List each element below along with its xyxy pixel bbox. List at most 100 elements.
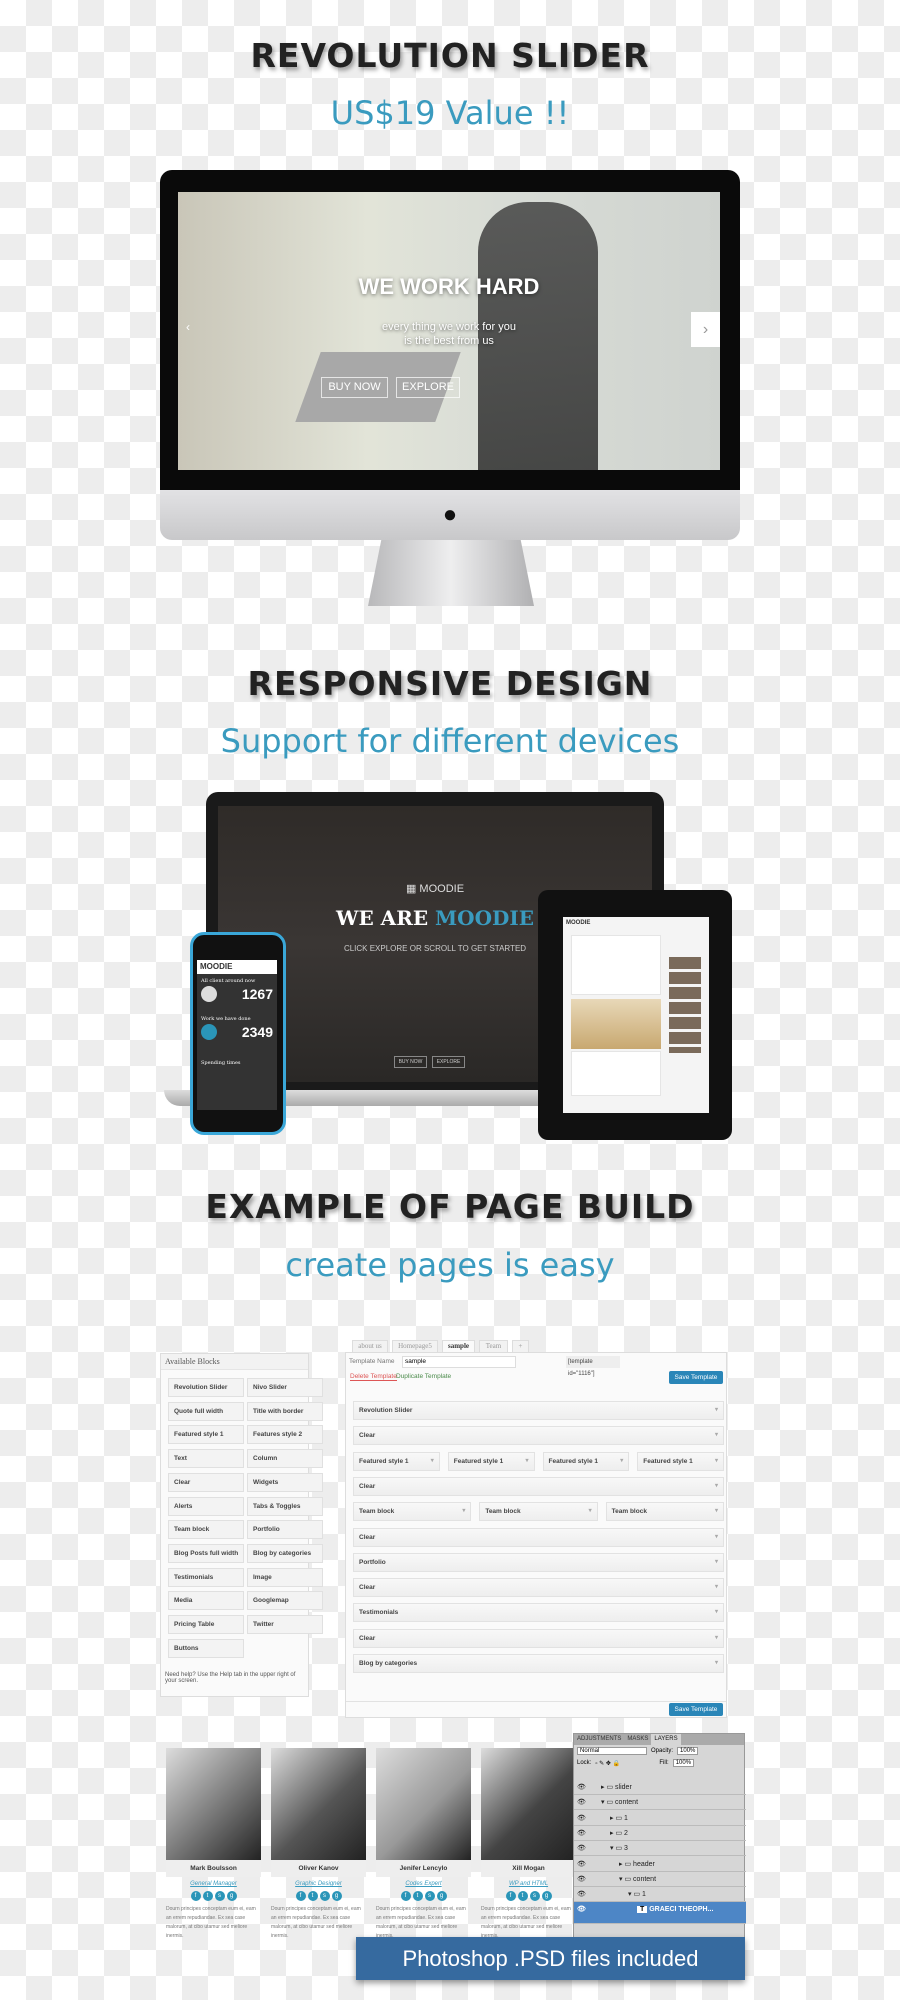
layer-row[interactable]: 👁 ▾ ▭ content <box>574 1872 746 1887</box>
tab-masks[interactable]: MASKS <box>624 1734 651 1745</box>
block-item[interactable]: Twitter <box>247 1615 323 1634</box>
block-item[interactable]: Tabs & Toggles <box>247 1496 323 1516</box>
layer-row[interactable]: 👁 ▸ ▭ slider <box>574 1780 746 1795</box>
expand-down-icon[interactable]: ▾ <box>601 1799 605 1806</box>
eye-icon[interactable]: 👁 <box>577 1902 586 1917</box>
eye-icon[interactable]: 👁 <box>577 1841 586 1856</box>
template-row-block[interactable]: Portfolio <box>353 1552 724 1572</box>
lock-icons[interactable]: ▫ ✎ ✥ 🔒 <box>595 1760 655 1767</box>
explore-button[interactable]: EXPLORE <box>396 377 460 398</box>
skype-icon[interactable]: s <box>214 1891 225 1901</box>
template-row-block[interactable]: Clear <box>353 1476 724 1496</box>
block-item[interactable]: Text <box>168 1449 244 1469</box>
block-item[interactable]: Team block <box>168 1520 244 1540</box>
layer-row[interactable]: 👁 ▸ ▭ 2 <box>574 1826 746 1841</box>
template-name-input[interactable]: sample <box>402 1356 516 1368</box>
laptop-buy-button[interactable]: BUY NOW <box>394 1056 427 1068</box>
next-arrow-icon[interactable]: › <box>691 312 720 347</box>
template-row-block[interactable]: Team block <box>479 1502 598 1522</box>
template-row-block[interactable]: Featured style 1 <box>353 1451 440 1471</box>
skype-icon[interactable]: s <box>529 1891 540 1901</box>
layer-row[interactable]: 👁 T GRAECI THEOPH... <box>574 1902 746 1925</box>
eye-icon[interactable]: 👁 <box>577 1857 586 1872</box>
template-row-block[interactable]: Clear <box>353 1578 724 1598</box>
block-item[interactable]: Googlemap <box>247 1591 323 1611</box>
twitter-icon[interactable]: t <box>307 1891 318 1901</box>
buy-now-button[interactable]: BUY NOW <box>321 377 388 398</box>
expand-down-icon[interactable]: ▾ <box>610 1845 614 1852</box>
expand-right-icon[interactable]: ▸ <box>610 1815 614 1822</box>
layer-row[interactable]: 👁 ▸ ▭ header <box>574 1857 746 1872</box>
twitter-icon[interactable]: t <box>412 1891 423 1901</box>
eye-icon[interactable]: 👁 <box>577 1826 586 1841</box>
layer-row[interactable]: 👁 ▾ ▭ content <box>574 1795 746 1811</box>
twitter-icon[interactable]: t <box>517 1891 528 1901</box>
eye-icon[interactable]: 👁 <box>577 1795 586 1810</box>
block-item[interactable]: Pricing Table <box>168 1615 244 1634</box>
delete-template-link[interactable]: Delete Template <box>350 1373 397 1381</box>
eye-icon[interactable]: 👁 <box>577 1887 586 1902</box>
twitter-icon[interactable]: t <box>202 1891 213 1901</box>
save-template-button-bottom[interactable]: Save Template <box>669 1703 723 1716</box>
google-plus-icon[interactable]: g <box>436 1891 447 1901</box>
facebook-icon[interactable]: f <box>505 1891 516 1901</box>
skype-icon[interactable]: s <box>319 1891 330 1901</box>
expand-down-icon[interactable]: ▾ <box>619 1876 623 1883</box>
tab-layers[interactable]: LAYERS <box>651 1734 681 1745</box>
template-row-block[interactable]: Featured style 1 <box>447 1451 535 1471</box>
eye-icon[interactable]: 👁 <box>577 1872 586 1887</box>
block-item[interactable]: Revolution Slider <box>168 1378 244 1397</box>
fill-input[interactable]: 100% <box>672 1759 695 1767</box>
template-row-block[interactable]: Clear <box>353 1628 724 1648</box>
layer-row[interactable]: 👁 ▾ ▭ 3 <box>574 1841 746 1857</box>
facebook-icon[interactable]: f <box>190 1891 201 1901</box>
template-row-block[interactable]: Clear <box>353 1426 724 1446</box>
opacity-input[interactable]: 100% <box>677 1747 699 1755</box>
slide-subtitle: every thing we work for you is the best f… <box>178 320 720 348</box>
block-item[interactable]: Testimonials <box>168 1567 244 1587</box>
google-plus-icon[interactable]: g <box>226 1891 237 1901</box>
facebook-icon[interactable]: f <box>400 1891 411 1901</box>
prev-arrow-icon[interactable]: ‹ <box>186 320 190 334</box>
block-item[interactable]: Portfolio <box>247 1520 323 1540</box>
block-item[interactable]: Buttons <box>168 1638 244 1658</box>
eye-icon[interactable]: 👁 <box>577 1811 586 1826</box>
block-item[interactable]: Column <box>247 1449 323 1469</box>
eye-icon[interactable]: 👁 <box>577 1780 586 1795</box>
block-item[interactable]: Media <box>168 1591 244 1611</box>
template-row-block[interactable]: Team block <box>605 1502 724 1522</box>
block-item[interactable]: Alerts <box>168 1496 244 1516</box>
block-item[interactable]: Title with border <box>247 1401 323 1421</box>
template-row-block[interactable]: Featured style 1 <box>542 1451 630 1471</box>
template-row-block[interactable]: Team block <box>353 1502 472 1522</box>
template-row-block[interactable]: Clear <box>353 1527 724 1547</box>
blend-mode-select[interactable]: Normal <box>577 1747 647 1755</box>
duplicate-template-link[interactable]: Duplicate Template <box>396 1373 451 1380</box>
skype-icon[interactable]: s <box>424 1891 435 1901</box>
expand-down-icon[interactable]: ▾ <box>628 1891 632 1898</box>
template-row-block[interactable]: Testimonials <box>353 1603 724 1623</box>
block-item[interactable]: Widgets <box>247 1472 323 1492</box>
block-item[interactable]: Blog by categories <box>247 1543 323 1563</box>
google-plus-icon[interactable]: g <box>331 1891 342 1901</box>
block-item[interactable]: Featured style 1 <box>168 1425 244 1445</box>
layer-row[interactable]: 👁 ▸ ▭ 1 <box>574 1811 746 1826</box>
expand-right-icon[interactable]: ▸ <box>610 1830 614 1837</box>
template-row-block[interactable]: Revolution Slider <box>353 1401 724 1420</box>
layer-row[interactable]: 👁 ▾ ▭ 1 <box>574 1887 746 1903</box>
save-template-button-top[interactable]: Save Template <box>669 1371 723 1384</box>
template-row-block[interactable]: Blog by categories <box>353 1654 724 1673</box>
template-row-block[interactable]: Featured style 1 <box>637 1451 724 1471</box>
expand-right-icon[interactable]: ▸ <box>619 1861 623 1868</box>
block-item[interactable]: Nivo Slider <box>247 1378 323 1397</box>
facebook-icon[interactable]: f <box>295 1891 306 1901</box>
google-plus-icon[interactable]: g <box>541 1891 552 1901</box>
block-item[interactable]: Blog Posts full width <box>168 1543 244 1563</box>
block-item[interactable]: Clear <box>168 1472 244 1492</box>
block-item[interactable]: Features style 2 <box>247 1425 323 1445</box>
block-item[interactable]: Quote full width <box>168 1401 244 1421</box>
tab-adjustments[interactable]: ADJUSTMENTS <box>574 1734 624 1745</box>
laptop-explore-button[interactable]: EXPLORE <box>432 1056 465 1068</box>
block-item[interactable]: Image <box>247 1567 323 1587</box>
expand-right-icon[interactable]: ▸ <box>601 1784 605 1791</box>
